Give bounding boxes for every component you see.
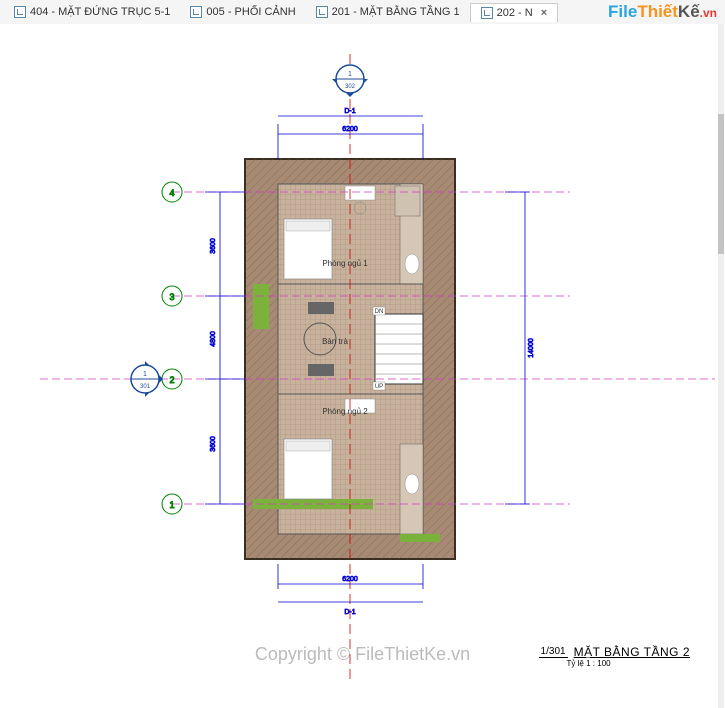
tab-201[interactable]: 201 - MẶT BẰNG TẦNG 1: [306, 3, 470, 21]
dims-top: 6200 D-1: [278, 108, 423, 159]
elevation-tag-left: 1 301: [131, 361, 163, 397]
svg-text:6200: 6200: [342, 576, 358, 583]
svg-text:302: 302: [345, 84, 356, 90]
sheet-icon: [14, 6, 26, 18]
tab-label: 005 - PHỐI CẢNH: [206, 6, 295, 18]
floor-plan-svg: 4 3 2 1 6200 D-1 6200 D-1 3600 4800 3600: [0, 24, 725, 708]
tab-202[interactable]: 202 - N ×: [470, 3, 559, 22]
sheet-icon: [190, 6, 202, 18]
room-label-bed1: Phòng ngủ 1: [322, 259, 368, 268]
svg-text:D-1: D-1: [344, 108, 355, 115]
tab-label: 202 - N: [497, 7, 533, 19]
dims-bottom: 6200 D-1: [278, 564, 423, 616]
svg-text:14000: 14000: [528, 338, 535, 358]
svg-text:6200: 6200: [342, 126, 358, 133]
drawing-name: MẶT BẰNG TẦNG 2: [574, 645, 690, 659]
svg-text:1: 1: [169, 500, 174, 510]
tab-label: 201 - MẶT BẰNG TẦNG 1: [332, 6, 460, 18]
svg-text:DN: DN: [375, 309, 384, 315]
dims-left: 3600 4800 3600: [205, 192, 245, 504]
tab-404[interactable]: 404 - MẶT ĐỨNG TRỤC 5-1: [4, 3, 180, 21]
svg-text:4: 4: [169, 188, 174, 198]
room-label-bed2: Phòng ngủ 2: [322, 407, 368, 416]
view-tab-bar: 404 - MẶT ĐỨNG TRỤC 5-1 005 - PHỐI CẢNH …: [0, 0, 725, 24]
svg-text:1: 1: [348, 71, 352, 78]
svg-text:3600: 3600: [210, 238, 217, 254]
svg-text:UP: UP: [375, 384, 383, 390]
svg-text:2: 2: [169, 375, 174, 385]
svg-text:1: 1: [143, 371, 147, 378]
svg-text:3600: 3600: [210, 436, 217, 452]
drawing-canvas[interactable]: 4 3 2 1 6200 D-1 6200 D-1 3600 4800 3600: [0, 24, 725, 708]
grid-bubbles-h: 4 3 2 1: [162, 182, 182, 514]
svg-text:D-1: D-1: [344, 609, 355, 616]
svg-text:301: 301: [140, 384, 151, 390]
svg-text:3: 3: [169, 292, 174, 302]
tab-005[interactable]: 005 - PHỐI CẢNH: [180, 3, 305, 21]
dims-right: 14000: [505, 192, 535, 504]
close-icon[interactable]: ×: [541, 7, 547, 19]
room-label-lounge: Bàn trà: [322, 337, 348, 346]
svg-text:4800: 4800: [210, 331, 217, 347]
drawing-title-block: 1/301 MẶT BẰNG TẦNG 2 Tỷ lệ 1 : 100: [539, 645, 690, 668]
tab-label: 404 - MẶT ĐỨNG TRỤC 5-1: [30, 6, 170, 18]
elevation-tag-top: 1 302: [332, 65, 368, 97]
sheet-icon: [316, 6, 328, 18]
stair: [375, 314, 423, 384]
sheet-icon: [481, 7, 493, 19]
